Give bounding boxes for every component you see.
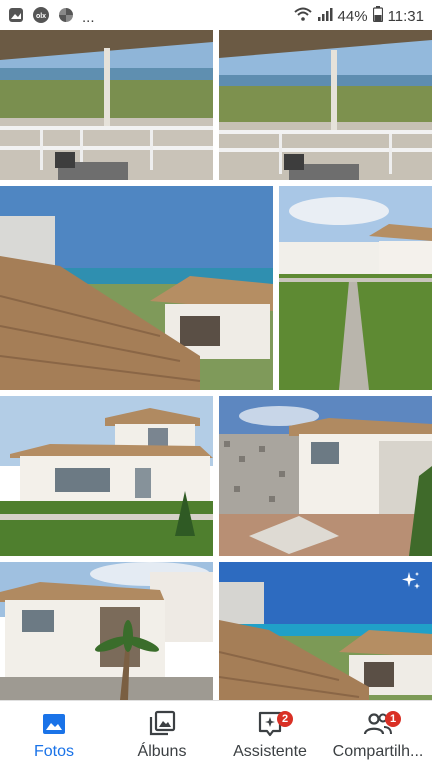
more-notifications-dots: ... [82, 8, 95, 26]
status-right: 44% 11:31 [293, 6, 424, 26]
photo-courtyard-wall[interactable] [219, 396, 432, 556]
wifi-icon [293, 7, 312, 25]
photo-corner-house-palm[interactable] [0, 562, 213, 700]
photo-balcony-sea-view-image [0, 30, 213, 180]
nav-label-assistant: Assistente [233, 743, 307, 760]
photo-two-storey-house-image [0, 396, 213, 556]
clock: 11:31 [387, 7, 424, 25]
battery-icon [372, 6, 383, 26]
assistant-badge: 2 [277, 711, 293, 727]
sharing-badge: 1 [385, 711, 401, 727]
svg-text:olx: olx [36, 13, 46, 20]
status-bar: olx ... 44% 11:31 [0, 0, 432, 30]
sharing-icon: 1 [363, 709, 401, 739]
photos-icon [39, 709, 69, 739]
photo-balcony-sea-view-2[interactable] [219, 30, 432, 180]
photo-balcony-sea-view[interactable] [0, 30, 213, 180]
nav-label-albums: Álbuns [137, 743, 187, 760]
albums-icon [147, 709, 177, 739]
photo-rooftops-ocean-image [0, 186, 273, 390]
nav-tab-photos[interactable]: Fotos [22, 701, 86, 769]
olx-icon: olx [32, 6, 50, 28]
status-left: olx ... [8, 6, 95, 28]
battery-percentage: 44% [337, 7, 368, 25]
nav-tab-assistant[interactable]: 2 Assistente [224, 701, 316, 769]
gallery-notification-icon [8, 7, 24, 27]
photo-corner-house-palm-image [0, 562, 213, 700]
photo-lawn-pathway-image [279, 186, 432, 390]
signal-icon [317, 7, 333, 25]
nav-label-photos: Fotos [33, 743, 74, 760]
bottom-navigation: Fotos Álbuns 2 Assistente 1 Compartilh..… [0, 700, 432, 768]
photo-lawn-pathway[interactable] [279, 186, 432, 390]
nav-label-sharing: Compartilh... [332, 743, 424, 760]
photo-rooftops-ocean[interactable] [0, 186, 273, 390]
photo-balcony-sea-view-2-image [219, 30, 432, 180]
nav-tab-albums[interactable]: Álbuns [128, 701, 196, 769]
sparkle-icon [400, 570, 422, 592]
photo-two-storey-house[interactable] [0, 396, 213, 556]
pinwheel-icon [58, 7, 74, 27]
assistant-icon: 2 [255, 709, 293, 739]
photo-courtyard-wall-image [219, 396, 432, 556]
nav-tab-sharing[interactable]: 1 Compartilh... [324, 701, 432, 769]
